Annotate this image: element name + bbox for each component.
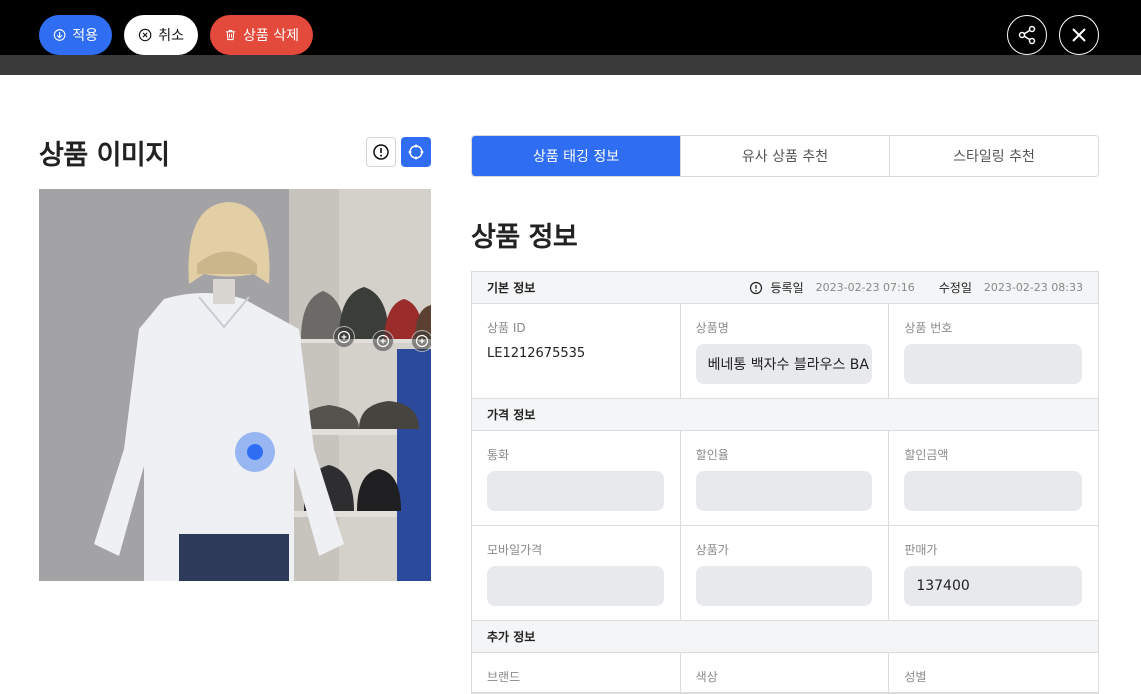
delete-product-button-label: 상품 삭제	[243, 28, 299, 44]
discount-rate-input[interactable]	[695, 471, 873, 511]
product-name-cell: 상품명 베네통 백자수 블라우스 BA	[681, 304, 890, 398]
tag-point-3[interactable]	[411, 330, 431, 352]
selected-tag-point-core	[247, 444, 263, 460]
product-number-input[interactable]	[904, 344, 1082, 384]
sub-toolbar	[0, 55, 1141, 75]
discount-amount-label: 할인금액	[904, 448, 949, 462]
product-number-label: 상품 번호	[904, 321, 953, 335]
color-cell: 색상	[681, 653, 890, 692]
share-button[interactable]	[1007, 15, 1047, 55]
detail-tabs: 상품 태깅 정보 유사 상품 추천 스타일링 추천	[471, 135, 1099, 177]
extra-info-row: 브랜드 색상 성별	[472, 653, 1098, 693]
basic-info-header-label: 기본 정보	[487, 281, 536, 295]
info-icon	[373, 144, 389, 160]
price-row-2: 모바일가격 상품가 판매가 137400	[472, 526, 1098, 621]
currency-input[interactable]	[487, 471, 664, 511]
info-icon	[749, 281, 762, 294]
sale-price-label: 판매가	[904, 543, 938, 557]
close-icon	[1072, 28, 1086, 42]
product-id-label: 상품 ID	[487, 321, 526, 335]
selected-tag-point[interactable]	[235, 432, 275, 472]
discount-rate-cell: 할인율	[681, 431, 890, 525]
price-info-header: 가격 정보	[472, 399, 1098, 431]
price-info-header-label: 가격 정보	[487, 408, 536, 422]
mobile-price-label: 모바일가격	[487, 543, 543, 557]
product-info-table: 기본 정보 등록일 2023-02-23 07:16 수정일 2023-02-2…	[471, 271, 1099, 694]
product-photo[interactable]	[39, 189, 431, 581]
tab-styling[interactable]: 스타일링 추천	[890, 136, 1098, 176]
mobile-price-cell: 모바일가격	[472, 526, 681, 620]
plus-circle-icon	[415, 334, 429, 348]
sale-price-cell: 판매가 137400	[889, 526, 1098, 620]
image-focus-button[interactable]	[401, 137, 431, 167]
sale-price-input[interactable]: 137400	[904, 566, 1082, 606]
delete-product-button[interactable]: 상품 삭제	[210, 15, 313, 55]
brand-cell: 브랜드	[472, 653, 681, 692]
cancel-button[interactable]: 취소	[124, 15, 198, 55]
tag-point-2[interactable]	[372, 330, 394, 352]
currency-cell: 통화	[472, 431, 681, 525]
date-meta: 등록일 2023-02-23 07:16 수정일 2023-02-23 08:3…	[749, 279, 1083, 296]
close-button[interactable]	[1059, 15, 1099, 55]
product-name-label: 상품명	[695, 321, 729, 335]
apply-button[interactable]: 적용	[39, 15, 112, 55]
focus-target-icon	[408, 144, 424, 160]
modified-date-label: 수정일	[938, 281, 972, 295]
product-name-input[interactable]: 베네통 백자수 블라우스 BA	[695, 344, 873, 384]
mobile-price-input[interactable]	[487, 566, 664, 606]
list-price-cell: 상품가	[681, 526, 890, 620]
product-id-cell: 상품 ID LE1212675535	[472, 304, 681, 398]
image-panel-title: 상품 이미지	[39, 140, 170, 171]
plus-circle-icon	[337, 330, 351, 344]
product-number-cell: 상품 번호	[889, 304, 1098, 398]
tag-point-1[interactable]	[333, 326, 355, 348]
gender-cell: 성별	[889, 653, 1098, 692]
price-row-1: 통화 할인율 할인금액	[472, 431, 1098, 526]
cancel-button-label: 취소	[158, 28, 184, 44]
modified-date-value: 2023-02-23 08:33	[983, 281, 1083, 294]
product-info-title: 상품 정보	[471, 222, 578, 253]
registered-date-value: 2023-02-23 07:16	[815, 281, 915, 294]
share-icon	[1018, 25, 1036, 45]
discount-amount-input[interactable]	[904, 471, 1082, 511]
list-price-input[interactable]	[695, 566, 873, 606]
plus-circle-icon	[376, 334, 390, 348]
extra-info-header: 추가 정보	[472, 621, 1098, 653]
discount-rate-label: 할인율	[695, 448, 729, 462]
cancel-circle-icon	[138, 28, 152, 42]
basic-info-header: 기본 정보 등록일 2023-02-23 07:16 수정일 2023-02-2…	[472, 272, 1098, 304]
image-info-button[interactable]	[366, 137, 396, 167]
discount-amount-cell: 할인금액	[889, 431, 1098, 525]
download-circle-icon	[53, 29, 66, 41]
apply-button-label: 적용	[72, 28, 98, 44]
list-price-label: 상품가	[695, 543, 729, 557]
product-id-value: LE1212675535	[487, 346, 586, 361]
trash-icon	[225, 29, 236, 41]
product-photo-image	[39, 189, 431, 581]
basic-info-row: 상품 ID LE1212675535 상품명 베네통 백자수 블라우스 BA 상…	[472, 304, 1098, 399]
tab-tagging-info[interactable]: 상품 태깅 정보	[472, 136, 681, 176]
currency-label: 통화	[487, 448, 510, 462]
extra-info-header-label: 추가 정보	[487, 630, 536, 644]
tab-similar-products[interactable]: 유사 상품 추천	[681, 136, 890, 176]
registered-date-label: 등록일	[770, 281, 804, 295]
